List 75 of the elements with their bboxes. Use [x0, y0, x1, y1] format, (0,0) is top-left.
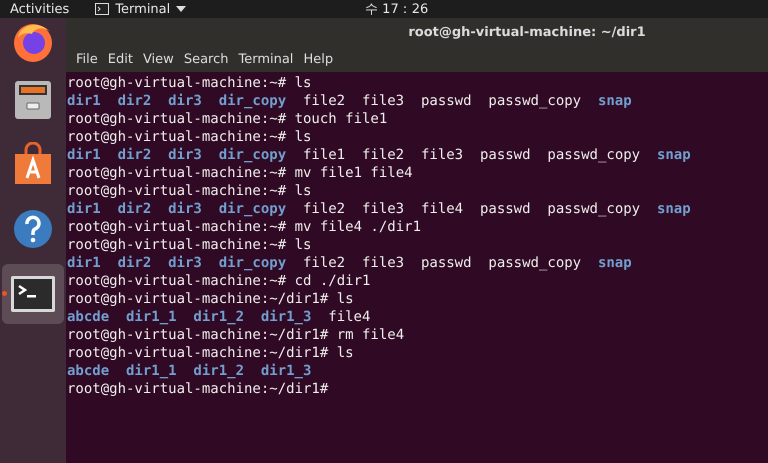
file-name: passwd — [480, 200, 531, 218]
command-line: root@gh-virtual-machine:~# ls — [67, 74, 312, 92]
directory-name: dir_copy — [218, 92, 286, 110]
command-line: root@gh-virtual-machine:~/dir1# rm file4 — [67, 326, 404, 344]
directory-name: dir1 — [67, 146, 101, 164]
file-name: passwd_copy — [488, 254, 582, 272]
command-line: root@gh-virtual-machine:~# ls — [67, 182, 312, 200]
directory-name: snap — [656, 200, 691, 218]
file-name: file3 — [362, 200, 404, 218]
directory-name: dir1 — [67, 92, 101, 110]
dock-item[interactable] — [2, 264, 64, 324]
directory-name: dir_copy — [218, 254, 286, 272]
command-line: root@gh-virtual-machine:~# ls — [67, 236, 312, 254]
directory-name: dir1_3 — [260, 362, 312, 380]
window-title: root@gh-virtual-machine: ~/dir1 — [408, 24, 646, 40]
directory-name: dir2 — [118, 200, 152, 218]
directory-name: dir3 — [168, 254, 202, 272]
directory-name: dir1_1 — [126, 308, 177, 326]
directory-name: abcde — [67, 362, 110, 380]
directory-name: dir_copy — [218, 146, 286, 164]
command-line: root@gh-virtual-machine:~# cd ./dir1 — [67, 272, 370, 290]
file-name: passwd_copy — [547, 146, 640, 164]
command-line: root@gh-virtual-machine:~/dir1# — [67, 380, 328, 398]
directory-name: dir3 — [168, 200, 202, 218]
directory-name: dir3 — [168, 92, 202, 110]
file-name: passwd — [420, 254, 472, 272]
file-name: file2 — [302, 254, 346, 272]
command-line: root@gh-virtual-machine:~/dir1# ls — [67, 344, 354, 362]
app-menu-label[interactable]: Terminal — [115, 2, 170, 16]
menu-item[interactable]: Terminal — [233, 52, 298, 66]
file-name: file3 — [362, 254, 404, 272]
command-line: root@gh-virtual-machine:~/dir1# ls — [67, 290, 354, 308]
directory-name: dir1_2 — [193, 308, 244, 326]
menu-item[interactable]: Edit — [102, 52, 138, 66]
help-icon — [12, 208, 54, 250]
directory-name: dir1 — [67, 200, 101, 218]
file-name: file2 — [302, 200, 346, 218]
file-name: file2 — [362, 146, 404, 164]
file-name: file4 — [328, 308, 370, 326]
file-name: passwd_copy — [488, 92, 582, 110]
menu-item[interactable]: File — [71, 52, 103, 66]
directory-name: dir2 — [118, 254, 152, 272]
menu-item[interactable]: View — [138, 52, 179, 66]
directory-name: dir1_1 — [126, 362, 177, 380]
directory-name: dir1_2 — [193, 362, 244, 380]
terminal-icon — [10, 275, 56, 313]
file-name: passwd — [420, 92, 472, 110]
clock[interactable]: 수 17：26 — [365, 0, 428, 18]
directory-name: dir3 — [168, 146, 202, 164]
directory-name: dir2 — [118, 92, 152, 110]
command-line: root@gh-virtual-machine:~# touch file1 — [67, 110, 388, 128]
file-name: file2 — [302, 92, 346, 110]
directory-name: snap — [656, 146, 691, 164]
menu-item[interactable]: Help — [298, 52, 338, 66]
file-name: file3 — [362, 92, 404, 110]
file-name: file3 — [420, 146, 464, 164]
directory-name: snap — [598, 92, 632, 110]
directory-name: dir1_3 — [260, 308, 312, 326]
file-name: passwd — [480, 146, 531, 164]
command-line: root@gh-virtual-machine:~# mv file4 ./dir1 — [67, 218, 422, 236]
caret-icon — [176, 6, 186, 12]
command-line: root@gh-virtual-machine:~# ls — [67, 128, 312, 146]
directory-name: abcde — [67, 308, 110, 326]
file-name: file1 — [302, 146, 346, 164]
file-name: passwd_copy — [547, 200, 640, 218]
command-line: root@gh-virtual-machine:~# mv file1 file4 — [67, 164, 413, 182]
app-menu[interactable]: Terminal — [95, 2, 186, 16]
menu-item[interactable]: Search — [178, 52, 234, 66]
file-name: file4 — [420, 200, 464, 218]
directory-name: dir2 — [118, 146, 152, 164]
directory-name: dir1 — [67, 254, 101, 272]
directory-name: dir_copy — [218, 200, 286, 218]
terminal-icon — [95, 3, 110, 15]
directory-name: snap — [598, 254, 632, 272]
activities-button[interactable]: Activities — [10, 2, 70, 16]
